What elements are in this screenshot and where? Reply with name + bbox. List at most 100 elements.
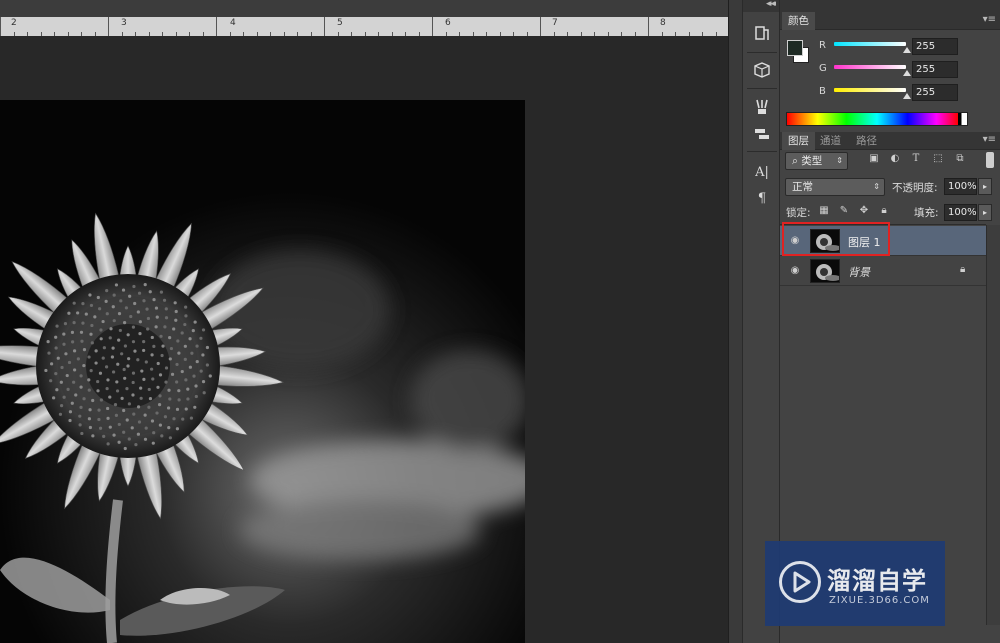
pixel-filter-icon[interactable]: ▣ xyxy=(868,153,880,165)
seed xyxy=(140,369,144,373)
seed xyxy=(142,299,146,303)
paragraph-icon[interactable]: ¶ xyxy=(752,188,772,208)
seed xyxy=(158,423,162,427)
filter-kind-dropdown[interactable]: ⌕ 类型 ⇕ xyxy=(785,152,848,170)
value-r-field[interactable]: 255 xyxy=(912,38,958,55)
slider-b-handle[interactable] xyxy=(903,93,911,99)
tab-color[interactable]: 颜色 xyxy=(782,12,815,30)
ruler-number: 8 xyxy=(660,18,666,28)
seed xyxy=(122,408,126,413)
seed xyxy=(154,306,159,310)
lock-all-icon[interactable]: 🔒︎ xyxy=(878,205,890,217)
seed xyxy=(146,316,151,321)
seed xyxy=(82,363,86,368)
color-spectrum-ramp[interactable] xyxy=(786,112,968,126)
opacity-arrow-button[interactable]: ▸ xyxy=(978,178,992,195)
ruler-number: 6 xyxy=(445,18,451,28)
filter-toggle-switch[interactable] xyxy=(986,152,994,168)
watermark-title: 溜溜自学 xyxy=(827,567,927,595)
value-g-field[interactable]: 255 xyxy=(912,61,958,78)
tab-layers[interactable]: 图层 xyxy=(782,132,815,150)
seed xyxy=(60,404,64,408)
seed xyxy=(106,406,110,411)
seed xyxy=(186,397,190,401)
smart-object-filter-icon[interactable]: ⧉ xyxy=(954,153,966,165)
seed xyxy=(82,348,87,352)
visibility-eye-icon[interactable]: ◉ xyxy=(788,265,802,277)
value-b-field[interactable]: 255 xyxy=(912,84,958,101)
seed xyxy=(155,315,159,319)
brush-presets-icon[interactable] xyxy=(752,97,772,117)
slider-b-track[interactable] xyxy=(834,88,906,92)
seed xyxy=(156,385,160,389)
history-brush-icon[interactable] xyxy=(752,24,772,44)
lock-image-icon[interactable]: ✎ xyxy=(838,205,850,217)
tab-channels[interactable]: 通道 xyxy=(814,132,847,150)
seed xyxy=(152,431,156,435)
slider-g-track[interactable] xyxy=(834,65,906,69)
layer-row-background[interactable]: ◉ 背景 🔒︎ xyxy=(780,256,986,286)
seed xyxy=(49,379,53,383)
type-filter-icon[interactable]: T xyxy=(910,153,922,165)
seed xyxy=(189,416,194,420)
panel-menu-icon[interactable]: ▾≡ xyxy=(983,134,996,145)
foreground-color-swatch[interactable] xyxy=(787,40,803,56)
opacity-field[interactable]: 100% xyxy=(944,178,977,195)
horizontal-ruler: 2 3 4 5 6 7 8 xyxy=(0,0,728,36)
shape-filter-icon[interactable]: ⬚ xyxy=(932,153,944,165)
seed xyxy=(147,387,151,392)
slider-r-handle[interactable] xyxy=(903,47,911,53)
seed xyxy=(166,406,171,410)
character-icon[interactable]: A| xyxy=(752,162,772,182)
adjustment-filter-icon[interactable]: ◐ xyxy=(889,153,901,165)
seed xyxy=(58,412,63,416)
seed xyxy=(195,359,199,364)
seed xyxy=(131,325,136,329)
seed xyxy=(117,440,121,444)
seed xyxy=(180,369,184,374)
seed xyxy=(188,337,192,341)
canvas-area[interactable] xyxy=(0,36,728,643)
layer-name[interactable]: 背景 xyxy=(848,264,870,280)
seed xyxy=(201,328,206,332)
slider-r-track[interactable] xyxy=(834,42,906,46)
seed xyxy=(164,366,169,370)
seed xyxy=(70,330,75,334)
seed xyxy=(126,364,130,368)
seed xyxy=(99,337,103,341)
collapse-icon[interactable]: ◂◂ xyxy=(766,0,775,9)
seed xyxy=(164,316,169,320)
slider-g-handle[interactable] xyxy=(903,70,911,76)
document-image[interactable] xyxy=(0,100,525,643)
fill-field[interactable]: 100% xyxy=(944,204,977,221)
seed xyxy=(123,446,127,451)
lock-transparent-icon[interactable]: ▦ xyxy=(818,205,830,217)
seed xyxy=(87,388,91,392)
tab-paths[interactable]: 路径 xyxy=(850,132,883,150)
seed xyxy=(94,361,98,365)
panel-menu-icon[interactable]: ▾≡ xyxy=(983,14,996,25)
seed xyxy=(143,437,148,441)
seed xyxy=(46,340,50,344)
blend-mode-dropdown[interactable]: 正常 ⇕ xyxy=(785,178,885,196)
seed xyxy=(112,433,116,437)
seed xyxy=(193,320,197,324)
fill-arrow-button[interactable]: ▸ xyxy=(978,204,992,221)
lock-position-icon[interactable]: ✥ xyxy=(858,205,870,217)
dock-header: ◂◂ xyxy=(766,0,1000,12)
seed xyxy=(167,388,171,392)
divider xyxy=(747,151,777,152)
3d-cube-icon[interactable] xyxy=(752,60,772,80)
seed xyxy=(157,402,162,407)
layers-scrollbar[interactable] xyxy=(986,225,1000,625)
seed xyxy=(164,380,168,384)
seed xyxy=(81,321,85,325)
seed xyxy=(208,374,212,378)
seed xyxy=(139,386,143,390)
seed xyxy=(76,311,80,315)
tool-presets-icon[interactable] xyxy=(752,124,772,144)
seed xyxy=(55,324,59,328)
seed xyxy=(120,396,124,400)
ruler-number: 2 xyxy=(11,18,17,28)
seed xyxy=(158,394,162,398)
